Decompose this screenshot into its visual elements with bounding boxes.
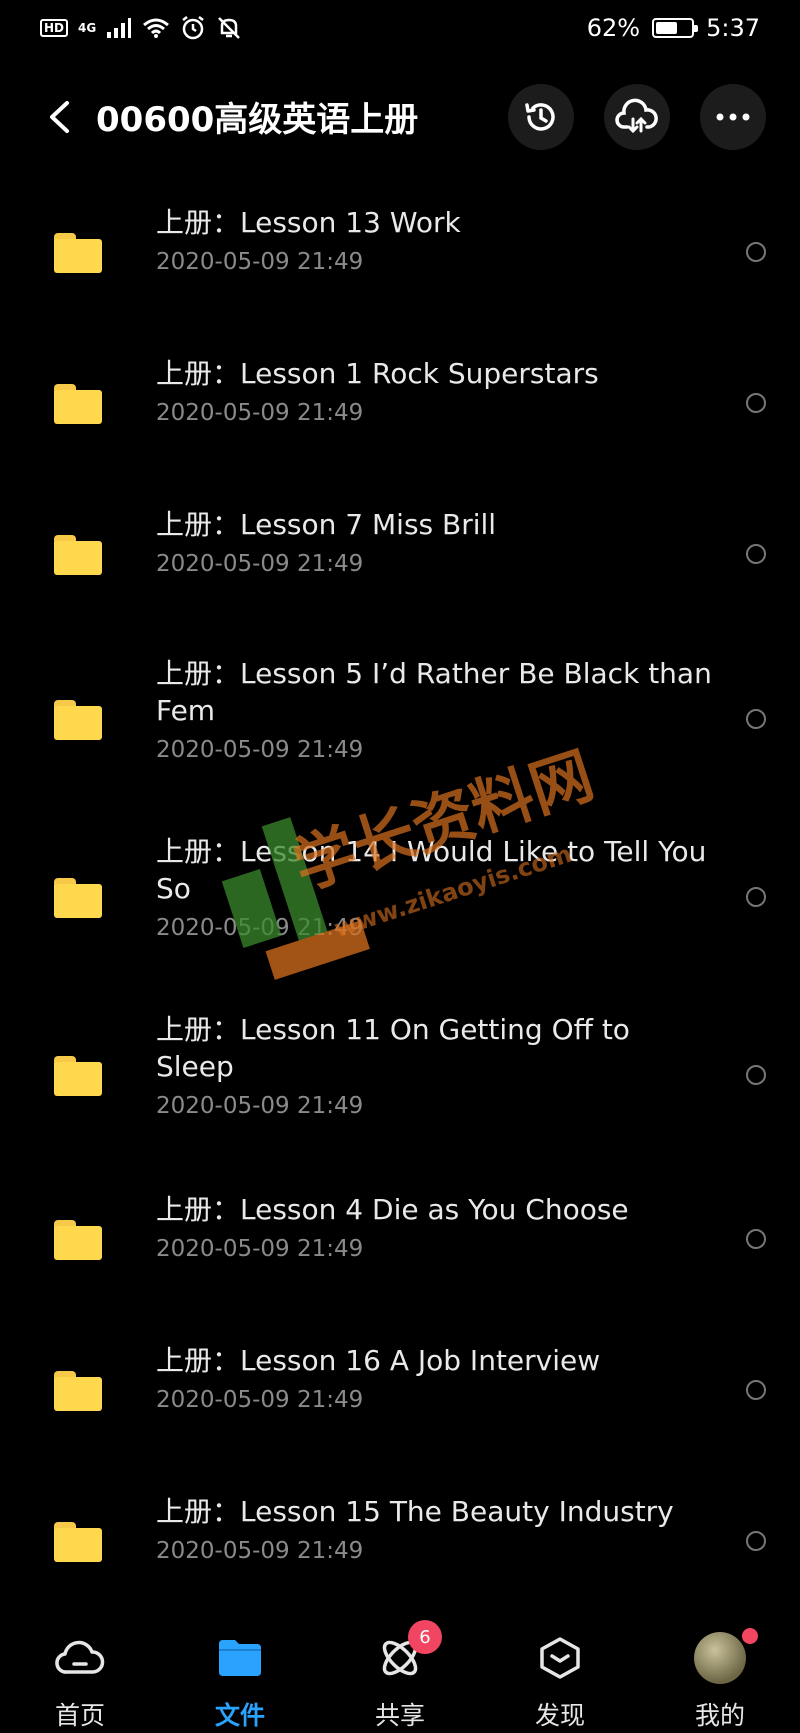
item-name: 上册：Lesson 13 Work (156, 206, 461, 239)
wifi-icon (143, 18, 170, 38)
nav-mine[interactable]: 我的 (640, 1600, 800, 1733)
hd-indicator: HD (40, 19, 69, 37)
select-radio[interactable] (746, 709, 766, 729)
cloud-transfer-icon (615, 98, 658, 134)
item-name: 上册：Lesson 4 Die as You Choose (156, 1193, 629, 1226)
folder-icon (214, 1632, 266, 1684)
nav-discover[interactable]: 发现 (480, 1600, 640, 1733)
status-right: 62% 5:37 (587, 14, 760, 42)
item-name: 上册：Lesson 5 I’d Rather Be Black than Fem (156, 657, 712, 727)
folder-icon (54, 1371, 102, 1411)
folder-icon (54, 878, 102, 918)
item-texts: 上册：Lesson 15 The Beauty Industry 2020-05… (156, 1493, 716, 1564)
list-item[interactable]: 上册：Lesson 5 I’d Rather Be Black than Fem… (0, 633, 800, 811)
item-date: 2020-05-09 21:49 (156, 1093, 364, 1119)
list-item[interactable]: 上册：Lesson 15 The Beauty Industry 2020-05… (0, 1469, 800, 1620)
avatar (694, 1628, 758, 1684)
select-radio[interactable] (746, 1380, 766, 1400)
folder-icon (54, 1220, 102, 1260)
back-icon (50, 101, 69, 133)
item-texts: 上册：Lesson 13 Work 2020-05-09 21:49 (156, 204, 716, 275)
back-button[interactable] (36, 94, 82, 140)
nav-home[interactable]: 首页 (0, 1600, 160, 1733)
notification-dot (742, 1628, 758, 1644)
status-left: HD 4G (40, 15, 242, 41)
list-item[interactable]: 上册：Lesson 16 A Job Interview 2020-05-09 … (0, 1318, 800, 1469)
select-radio[interactable] (746, 544, 766, 564)
discover-box-icon (534, 1632, 586, 1684)
item-date: 2020-05-09 21:49 (156, 1387, 364, 1413)
nav-label: 首页 (54, 1701, 105, 1730)
folder-icon (54, 1522, 102, 1562)
battery-icon (652, 18, 699, 38)
folder-icon (54, 384, 102, 424)
select-radio[interactable] (746, 1531, 766, 1551)
item-name: 上册：Lesson 1 Rock Superstars (156, 357, 599, 390)
select-radio[interactable] (746, 393, 766, 413)
nav-label: 发现 (534, 1701, 585, 1730)
nav-label: 文件 (214, 1701, 265, 1730)
item-date: 2020-05-09 21:49 (156, 551, 364, 577)
nav-label: 共享 (374, 1701, 425, 1730)
avatar-image (694, 1632, 746, 1684)
more-icon (716, 113, 750, 121)
list-item[interactable]: 上册：Lesson 4 Die as You Choose 2020-05-09… (0, 1167, 800, 1318)
item-date: 2020-05-09 21:49 (156, 737, 364, 763)
status-bar: HD 4G 62% 5:37 (0, 0, 800, 56)
list-item[interactable]: 上册：Lesson 11 On Getting Off to Sleep 202… (0, 989, 800, 1167)
list-item[interactable]: 上册：Lesson 13 Work 2020-05-09 21:49 (0, 180, 800, 331)
item-name: 上册：Lesson 16 A Job Interview (156, 1344, 601, 1377)
more-button[interactable] (700, 84, 766, 150)
item-date: 2020-05-09 21:49 (156, 400, 364, 426)
folder-icon (54, 1056, 102, 1096)
select-radio[interactable] (746, 242, 766, 262)
item-texts: 上册：Lesson 5 I’d Rather Be Black than Fem… (156, 655, 716, 763)
share-badge: 6 (408, 1620, 442, 1654)
item-date: 2020-05-09 21:49 (156, 915, 364, 941)
select-radio[interactable] (746, 887, 766, 907)
list-item[interactable]: 上册：Lesson 7 Miss Brill 2020-05-09 21:49 (0, 482, 800, 633)
item-name: 上册：Lesson 7 Miss Brill (156, 508, 497, 541)
select-radio[interactable] (746, 1065, 766, 1085)
folder-icon (54, 233, 102, 273)
item-name: 上册：Lesson 14 I Would Like to Tell You So (156, 835, 707, 905)
top-app-bar: 00600高级英语上册 (0, 72, 800, 162)
item-texts: 上册：Lesson 7 Miss Brill 2020-05-09 21:49 (156, 506, 716, 577)
item-texts: 上册：Lesson 14 I Would Like to Tell You So… (156, 833, 716, 941)
select-radio[interactable] (746, 1229, 766, 1249)
bottom-nav: 首页 文件 6 共享 发现 我的 (0, 1600, 800, 1733)
mute-bell-icon (218, 17, 241, 39)
page-title: 00600高级英语上册 (96, 100, 419, 140)
network-type: 4G (78, 21, 97, 35)
battery-percent: 62% (586, 14, 641, 42)
item-texts: 上册：Lesson 1 Rock Superstars 2020-05-09 2… (156, 355, 716, 426)
item-texts: 上册：Lesson 11 On Getting Off to Sleep 202… (156, 1011, 716, 1119)
list-item[interactable]: 上册：Lesson 14 I Would Like to Tell You So… (0, 811, 800, 989)
list-item[interactable]: 上册：Lesson 1 Rock Superstars 2020-05-09 2… (0, 331, 800, 482)
nav-files[interactable]: 文件 (160, 1600, 320, 1733)
nav-label: 我的 (694, 1701, 745, 1730)
item-texts: 上册：Lesson 4 Die as You Choose 2020-05-09… (156, 1191, 716, 1262)
signal-icon (107, 18, 132, 38)
history-icon (525, 103, 555, 131)
item-texts: 上册：Lesson 16 A Job Interview 2020-05-09 … (156, 1342, 716, 1413)
folder-icon (54, 535, 102, 575)
item-date: 2020-05-09 21:49 (156, 1236, 364, 1262)
item-name: 上册：Lesson 11 On Getting Off to Sleep (156, 1013, 630, 1083)
item-date: 2020-05-09 21:49 (156, 1538, 364, 1564)
cloud-transfer-button[interactable] (604, 84, 670, 150)
folder-icon (54, 700, 102, 740)
clock: 5:37 (706, 14, 760, 42)
cloud-icon (54, 1632, 106, 1684)
history-button[interactable] (508, 84, 574, 150)
file-list: 上册：Lesson 13 Work 2020-05-09 21:49 上册：Le… (0, 180, 800, 1620)
nav-share[interactable]: 6 共享 (320, 1600, 480, 1733)
item-name: 上册：Lesson 15 The Beauty Industry (156, 1495, 674, 1528)
battery-fill (656, 22, 678, 34)
item-date: 2020-05-09 21:49 (156, 249, 364, 275)
alarm-icon (182, 16, 204, 40)
